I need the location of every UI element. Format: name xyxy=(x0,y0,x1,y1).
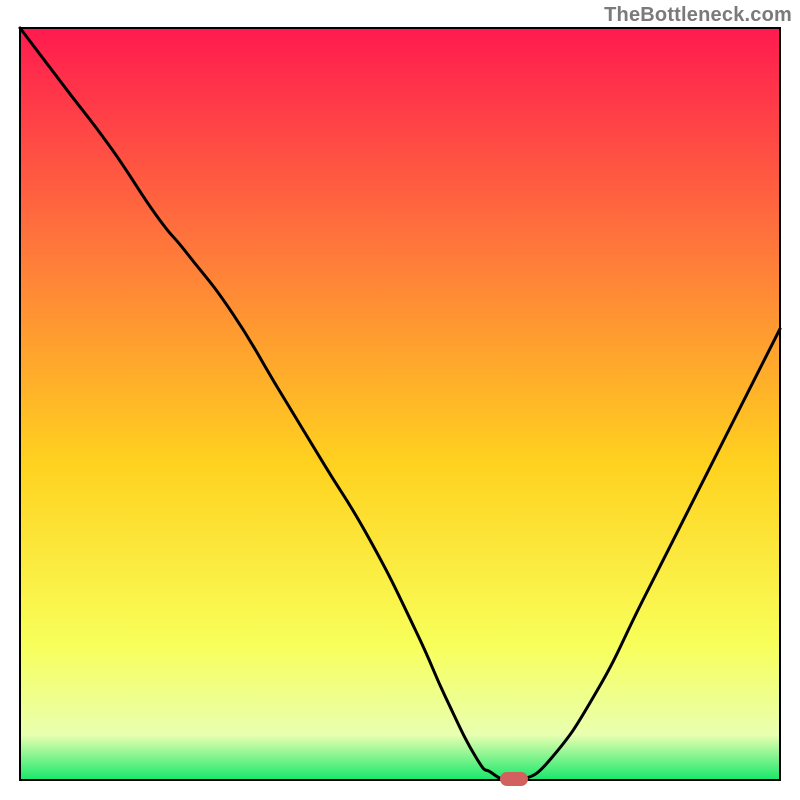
optimal-marker xyxy=(500,772,528,786)
chart-container: { "watermark": "TheBottleneck.com", "col… xyxy=(0,0,800,800)
watermark-text: TheBottleneck.com xyxy=(604,4,792,27)
plot-background xyxy=(20,28,780,780)
bottleneck-chart xyxy=(0,0,800,800)
